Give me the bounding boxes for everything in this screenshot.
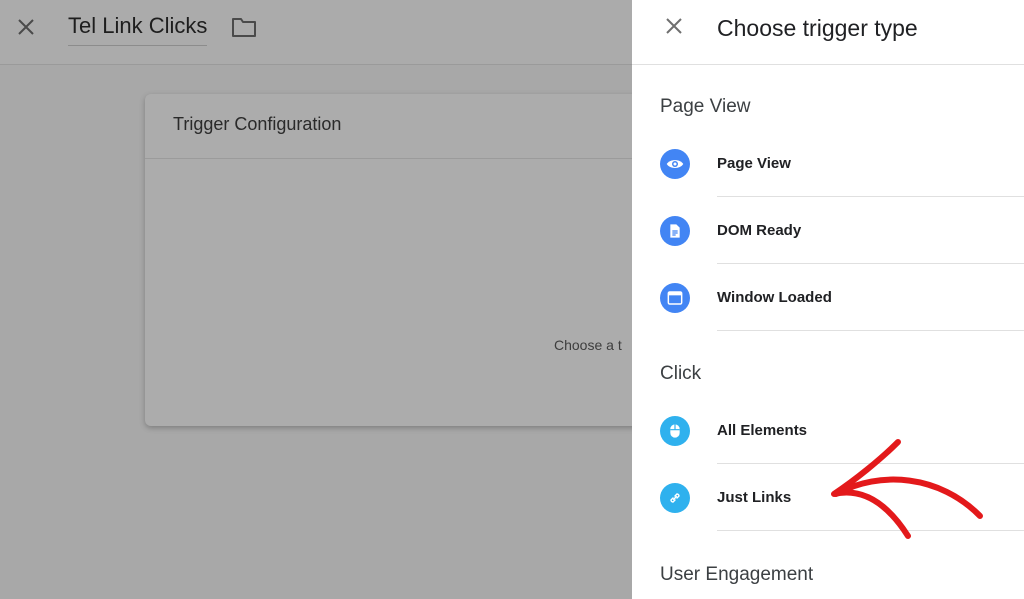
section-title-page-view: Page View: [660, 96, 751, 117]
folder-icon[interactable]: [231, 15, 257, 39]
item-divider: [717, 263, 1024, 264]
trigger-item-dom-ready[interactable]: DOM Ready: [632, 198, 1024, 264]
card-title: Trigger Configuration: [173, 114, 342, 134]
section-title-click: Click: [660, 363, 702, 384]
link-icon: [660, 483, 690, 513]
trigger-configuration-card[interactable]: Trigger Configuration Choose a t: [145, 94, 665, 426]
close-icon[interactable]: [14, 15, 38, 39]
eye-icon: [660, 149, 690, 179]
window-icon: [660, 283, 690, 313]
trigger-item-label: All Elements: [717, 422, 808, 439]
mouse-icon: [660, 416, 690, 446]
card-hint: Choose a t: [554, 337, 622, 353]
trigger-item-label: Window Loaded: [717, 289, 832, 306]
document-icon: [660, 216, 690, 246]
close-drawer-icon[interactable]: [662, 14, 686, 38]
annotation-arrow-icon: [831, 439, 983, 539]
trigger-name-field[interactable]: Tel Link Clicks: [68, 13, 208, 46]
item-divider: [717, 196, 1024, 197]
item-divider: [717, 330, 1024, 331]
card-divider: [145, 158, 665, 159]
drawer-heading: Choose trigger type: [717, 15, 918, 41]
trigger-item-label: Just Links: [717, 489, 792, 506]
trigger-item-label: Page View: [717, 155, 791, 172]
section-title-user-engagement: User Engagement: [660, 564, 814, 585]
trigger-item-label: DOM Ready: [717, 222, 802, 239]
trigger-item-page-view[interactable]: Page View: [632, 131, 1024, 197]
drawer-header: Choose trigger type: [632, 0, 1024, 65]
trigger-item-window-loaded[interactable]: Window Loaded: [632, 265, 1024, 331]
